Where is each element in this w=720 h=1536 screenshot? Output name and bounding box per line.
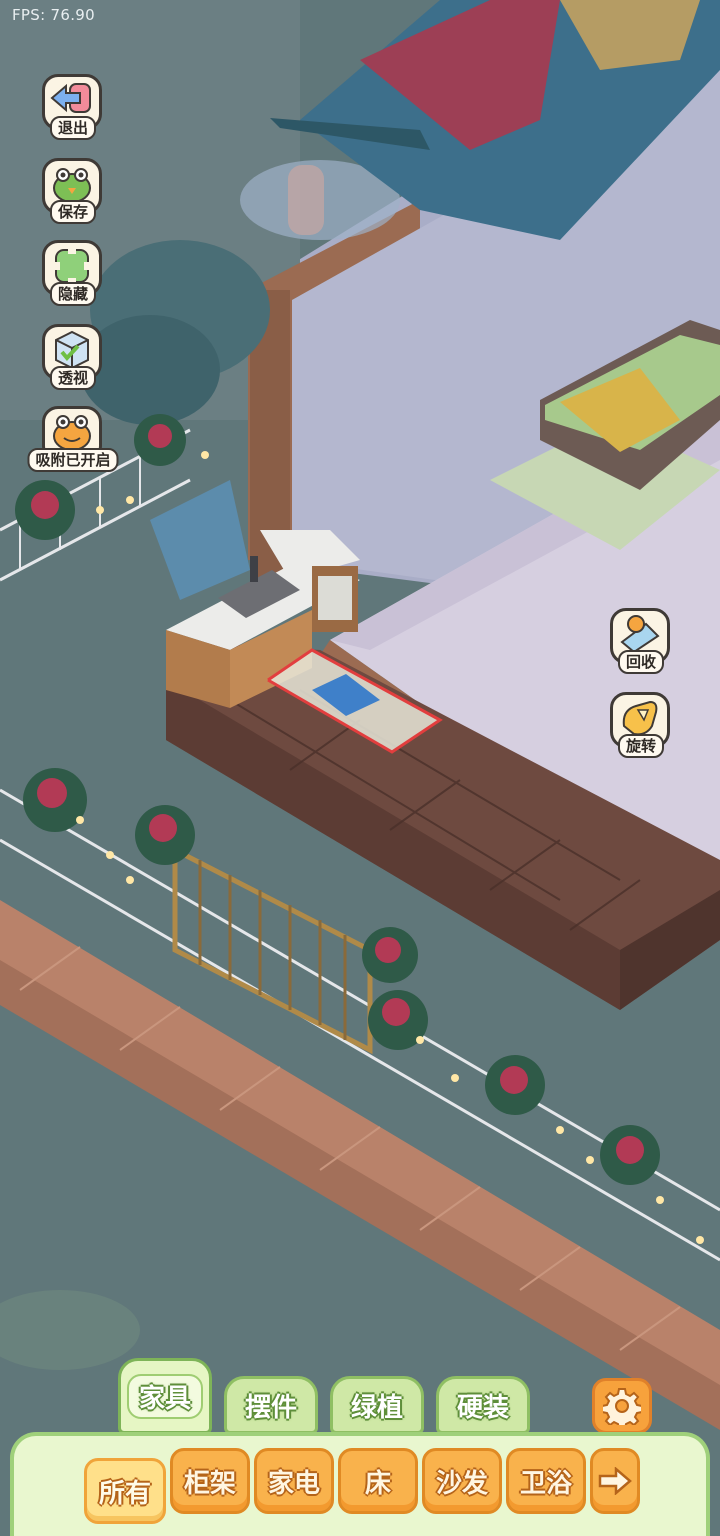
snap-label: 吸附已开启 xyxy=(27,448,119,472)
tab-plants-label: 绿植 xyxy=(350,1392,403,1423)
tab-hardware[interactable]: 硬装 xyxy=(436,1376,530,1434)
recycle-label: 回收 xyxy=(617,650,665,674)
arrow-right-icon xyxy=(598,1467,632,1495)
tab-ornaments[interactable]: 摆件 xyxy=(224,1376,318,1434)
next-categories-button[interactable] xyxy=(590,1448,640,1514)
category-sofas[interactable]: 沙发 xyxy=(422,1448,502,1514)
category-shelves-label: 柜架 xyxy=(183,1468,236,1499)
category-beds[interactable]: 床 xyxy=(338,1448,418,1514)
fps-counter: FPS: 76.90 xyxy=(12,6,95,24)
game-scene xyxy=(0,0,720,1536)
save-label: 保存 xyxy=(49,200,97,224)
tab-hardware-label: 硬装 xyxy=(456,1392,509,1423)
hide-button[interactable]: 隐藏 xyxy=(40,238,106,306)
category-all-label: 所有 xyxy=(98,1478,151,1509)
category-bathroom[interactable]: 卫浴 xyxy=(506,1448,586,1514)
rotate-button[interactable]: 旋转 xyxy=(608,690,674,758)
category-all[interactable]: 所有 xyxy=(84,1458,166,1524)
snap-toggle-button[interactable]: 吸附已开启 xyxy=(27,404,119,472)
gear-icon xyxy=(603,1388,641,1425)
tab-furniture[interactable]: 家具 xyxy=(118,1358,212,1434)
category-appliances[interactable]: 家电 xyxy=(254,1448,334,1514)
category-bathroom-label: 卫浴 xyxy=(519,1468,572,1499)
tab-furniture-label: 家具 xyxy=(138,1383,191,1414)
perspective-button[interactable]: 透视 xyxy=(40,322,106,390)
rotate-label: 旋转 xyxy=(617,734,665,758)
save-button[interactable]: 保存 xyxy=(40,156,106,224)
perspective-label: 透视 xyxy=(49,366,97,390)
tab-ornaments-label: 摆件 xyxy=(244,1392,297,1423)
category-beds-label: 床 xyxy=(364,1468,391,1499)
settings-button[interactable] xyxy=(592,1378,652,1434)
tab-plants[interactable]: 绿植 xyxy=(330,1376,424,1434)
hide-label: 隐藏 xyxy=(49,282,97,306)
category-shelves[interactable]: 柜架 xyxy=(170,1448,250,1514)
exit-label: 退出 xyxy=(49,116,97,140)
category-sofas-label: 沙发 xyxy=(435,1468,488,1499)
recycle-button[interactable]: 回收 xyxy=(608,606,674,674)
category-appliances-label: 家电 xyxy=(267,1468,320,1499)
exit-button[interactable]: 退出 xyxy=(40,72,106,140)
